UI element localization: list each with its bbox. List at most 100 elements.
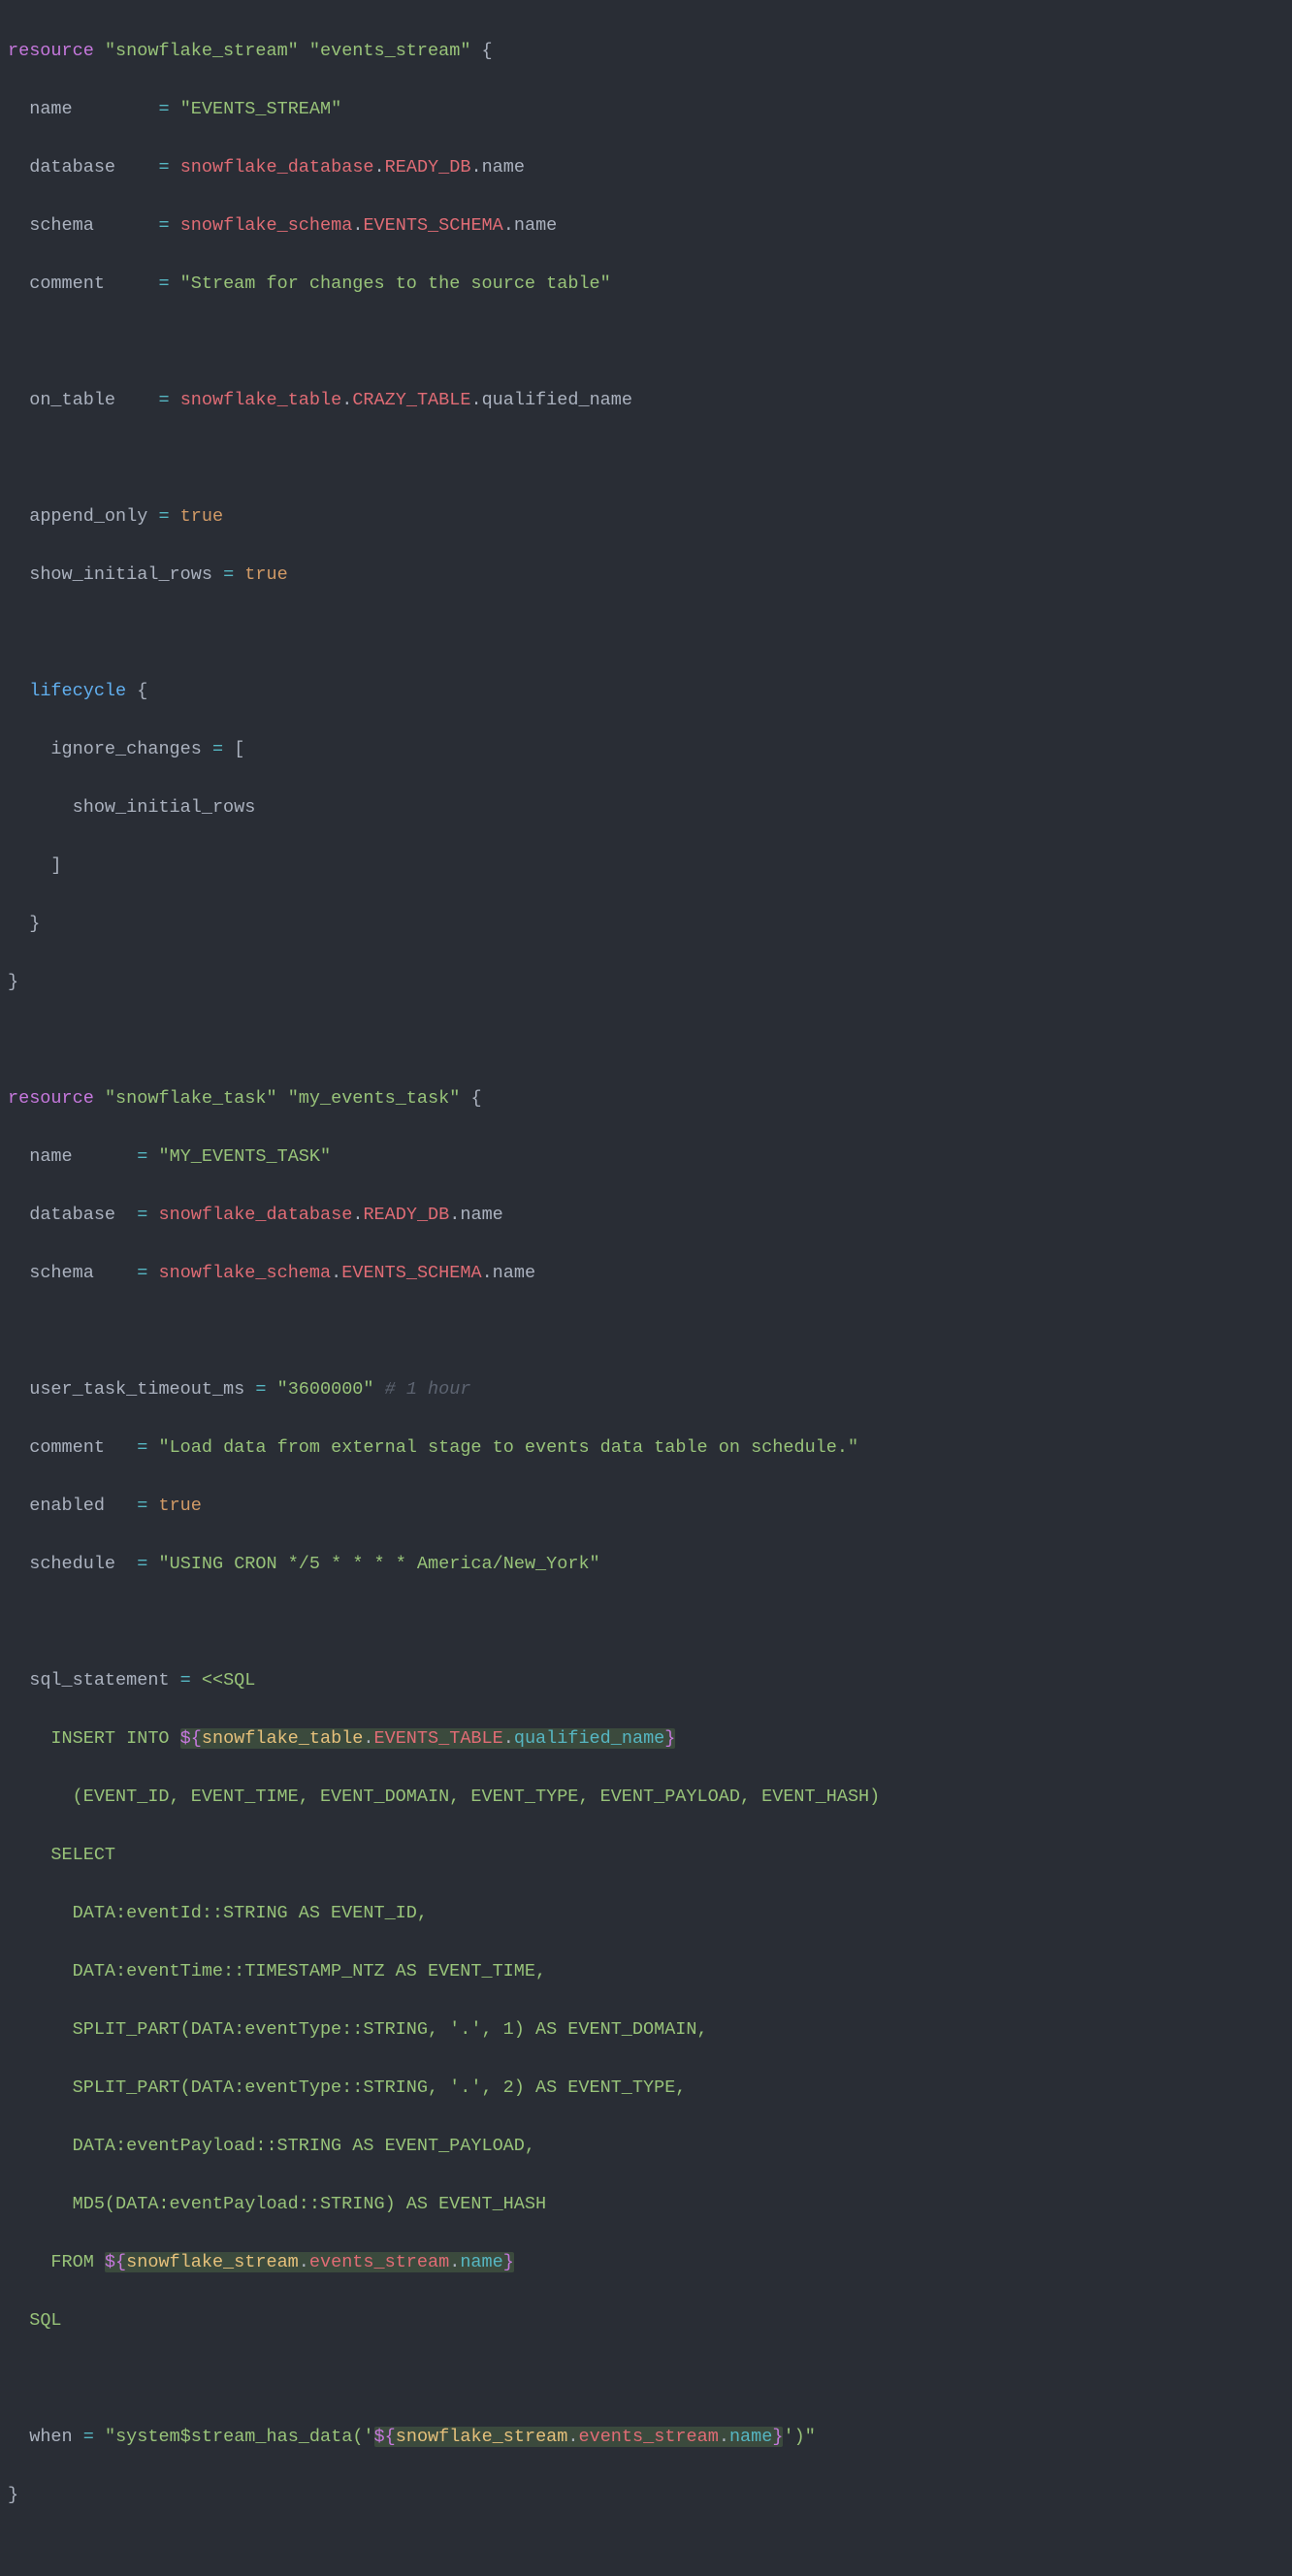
dot: . <box>482 1263 493 1283</box>
string-value: "MY_EVENTS_TASK" <box>158 1146 331 1167</box>
attr-database: database <box>29 157 115 177</box>
ref-attr: name <box>460 1205 502 1225</box>
ref: EVENTS_SCHEMA <box>363 215 502 236</box>
sql-line: (EVENT_ID, EVENT_TIME, EVENT_DOMAIN, EVE… <box>8 1787 880 1807</box>
attr-on-table: on_table <box>29 390 115 410</box>
ref-attr: name <box>482 157 525 177</box>
equals: = <box>137 1554 147 1574</box>
ref-attr: name <box>493 1263 535 1283</box>
interpolation: ${snowflake_stream.events_stream.name} <box>374 2427 784 2447</box>
dot: . <box>449 1205 460 1225</box>
string-value: "Load data from external stage to events… <box>158 1437 858 1458</box>
interp-ref: snowflake_stream <box>126 2252 299 2272</box>
attr-append-only: append_only <box>29 506 147 527</box>
ref: EVENTS_SCHEMA <box>341 1263 481 1283</box>
attr-database: database <box>29 1205 115 1225</box>
equals: = <box>83 2427 94 2447</box>
interp-ref: events_stream <box>309 2252 449 2272</box>
equals: = <box>158 506 169 527</box>
code-editor[interactable]: resource "snowflake_stream" "events_stre… <box>0 0 1292 2576</box>
sql-line: SPLIT_PART(DATA:eventType::STRING, '.', … <box>8 2077 686 2098</box>
interp-open: ${ <box>105 2252 126 2272</box>
attr-name: name <box>29 99 72 119</box>
ref-attr: name <box>514 215 557 236</box>
equals: = <box>180 1670 191 1690</box>
attr-ignore-changes: ignore_changes <box>50 739 201 759</box>
equals: = <box>255 1379 266 1400</box>
sql-line: INSERT INTO <box>8 1728 180 1749</box>
dot: . <box>299 2252 309 2272</box>
attr-show-initial-rows: show_initial_rows <box>29 564 212 585</box>
interp-attr: qualified_name <box>514 1728 664 1749</box>
bool-value: true <box>244 564 287 585</box>
interp-close: } <box>664 1728 675 1749</box>
resource-name: "events_stream" <box>309 41 471 61</box>
equals: = <box>158 390 169 410</box>
interp-attr: name <box>460 2252 502 2272</box>
interp-ref: EVENTS_TABLE <box>374 1728 503 1749</box>
brace-close: } <box>8 972 18 992</box>
dot: . <box>363 1728 373 1749</box>
ref: snowflake_table <box>180 390 342 410</box>
dot: . <box>449 2252 460 2272</box>
dot: . <box>331 1263 341 1283</box>
brace-open: { <box>137 681 147 701</box>
dot: . <box>374 157 385 177</box>
equals: = <box>223 564 234 585</box>
sql-line: DATA:eventId::STRING AS EVENT_ID, <box>8 1903 428 1923</box>
quote: " <box>805 2427 816 2447</box>
block-lifecycle: lifecycle <box>29 681 126 701</box>
resource-type: "snowflake_stream" <box>105 41 299 61</box>
ref: READY_DB <box>385 157 471 177</box>
bool-value: true <box>180 506 223 527</box>
equals: = <box>158 215 169 236</box>
interp-open: ${ <box>180 1728 202 1749</box>
equals: = <box>158 274 169 294</box>
interpolation: ${snowflake_table.EVENTS_TABLE.qualified… <box>180 1728 676 1749</box>
string-part: ') <box>783 2427 804 2447</box>
sql-line: SELECT <box>8 1845 115 1865</box>
string-value: "3600000" <box>277 1379 374 1400</box>
brace-close: } <box>29 914 40 934</box>
attr-schema: schema <box>29 1263 94 1283</box>
dot: . <box>470 157 481 177</box>
equals: = <box>212 739 223 759</box>
string-value: "EVENTS_STREAM" <box>180 99 342 119</box>
interp-close: } <box>503 2252 514 2272</box>
dot: . <box>352 215 363 236</box>
ref: READY_DB <box>363 1205 449 1225</box>
sql-line: DATA:eventTime::TIMESTAMP_NTZ AS EVENT_T… <box>8 1961 546 1981</box>
comment: # 1 hour <box>385 1379 471 1400</box>
quote: " <box>105 2427 115 2447</box>
bool-value: true <box>158 1496 201 1516</box>
code-content: resource "snowflake_stream" "events_stre… <box>8 8 1292 2568</box>
list-item: show_initial_rows <box>73 797 256 818</box>
attr-name: name <box>29 1146 72 1167</box>
ref: snowflake_schema <box>180 215 353 236</box>
dot: . <box>470 390 481 410</box>
dot: . <box>503 215 514 236</box>
brace-open: { <box>482 41 493 61</box>
ref-attr: qualified_name <box>482 390 632 410</box>
attr-schedule: schedule <box>29 1554 115 1574</box>
equals: = <box>137 1263 147 1283</box>
ref: snowflake_database <box>180 157 374 177</box>
keyword-resource: resource <box>8 1088 94 1109</box>
interp-ref: snowflake_table <box>202 1728 364 1749</box>
ref: CRAZY_TABLE <box>352 390 470 410</box>
equals: = <box>158 157 169 177</box>
attr-comment: comment <box>29 274 105 294</box>
resource-name: "my_events_task" <box>288 1088 461 1109</box>
dot: . <box>503 1728 514 1749</box>
interp-ref: events_stream <box>579 2427 719 2447</box>
attr-when: when <box>29 2427 72 2447</box>
interp-open: ${ <box>374 2427 396 2447</box>
attr-sql-statement: sql_statement <box>29 1670 169 1690</box>
dot: . <box>352 1205 363 1225</box>
string-part: system$stream_has_data(' <box>115 2427 373 2447</box>
sql-line: FROM <box>8 2252 105 2272</box>
equals: = <box>137 1437 147 1458</box>
bracket-close: ] <box>50 855 61 876</box>
heredoc-close: SQL <box>29 2310 61 2331</box>
sql-line: SPLIT_PART(DATA:eventType::STRING, '.', … <box>8 2019 708 2040</box>
